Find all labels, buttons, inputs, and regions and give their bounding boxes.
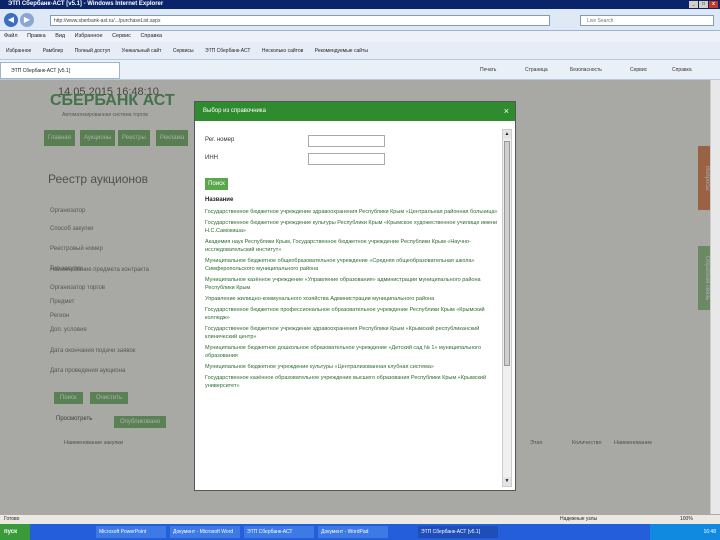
back-button[interactable]: ◀ xyxy=(4,13,18,27)
fav-item[interactable]: ЭТП Сбербанк-АСТ xyxy=(205,48,250,54)
reg-number-label: Рег. номер xyxy=(205,137,235,143)
security-zone: Надежные узлы xyxy=(560,516,598,522)
menu-favorites[interactable]: Избранное xyxy=(75,33,103,39)
task-button[interactable]: Документ - Microsoft Word xyxy=(170,526,240,538)
zoom-level[interactable]: 100% xyxy=(680,515,693,524)
dialog-search-button[interactable]: Поиск xyxy=(205,178,228,190)
dialog-title: Выбор из справочника xyxy=(203,108,266,114)
task-button[interactable]: ЭТП Сбербанк-АСТ xyxy=(244,526,314,538)
results-header: Название xyxy=(205,197,234,203)
maximize-button[interactable]: □ xyxy=(699,1,708,8)
result-link[interactable]: Государственное бюджетное профессиональн… xyxy=(205,306,499,322)
results-list: Государственное бюджетное учреждение здр… xyxy=(205,208,499,488)
directory-dialog: Выбор из справочника × Рег. номер ИНН По… xyxy=(194,101,516,491)
fav-item[interactable]: Рамблер xyxy=(43,48,63,54)
browser-tab[interactable]: ЭТП Сбербанк-АСТ [v5.1] xyxy=(0,62,120,79)
result-link[interactable]: Муниципальное казённое учреждение «Управ… xyxy=(205,276,499,292)
system-tray: 16:48 xyxy=(650,524,720,540)
result-link[interactable]: Академия наук Республики Крым, Государст… xyxy=(205,238,499,254)
fav-item[interactable]: Рекомендуемые сайты xyxy=(315,48,368,54)
print-command[interactable]: Печать xyxy=(480,60,496,80)
menu-file[interactable]: Файл xyxy=(4,33,18,39)
result-link[interactable]: Государственное бюджетное учреждение здр… xyxy=(205,325,499,341)
minimize-button[interactable]: _ xyxy=(689,1,698,8)
task-button-active[interactable]: ЭТП Сбербанк-АСТ [v5.1] xyxy=(418,526,498,538)
tab-bar: ЭТП Сбербанк-АСТ [v5.1] Печать Страница … xyxy=(0,60,720,80)
start-button[interactable]: пуск xyxy=(0,524,30,540)
window-title: ЭТП Сбербанк-АСТ [v5.1] - Windows Intern… xyxy=(8,1,164,7)
result-link[interactable]: Муниципальное бюджетное дошкольное образ… xyxy=(205,344,499,360)
fav-item[interactable]: Уникальный сайт xyxy=(121,48,161,54)
menu-help[interactable]: Справка xyxy=(140,33,162,39)
task-button[interactable]: Microsoft PowerPoint xyxy=(96,526,166,538)
url-input[interactable] xyxy=(50,15,550,26)
favorites-bar: Избранное Рамблер Полный доступ Уникальн… xyxy=(0,42,720,60)
fav-item[interactable]: Сервисы xyxy=(173,48,194,54)
menu-bar: Файл Правка Вид Избранное Сервис Справка xyxy=(0,31,720,42)
page-scrollbar[interactable] xyxy=(710,80,720,514)
forward-button[interactable]: ▶ xyxy=(20,13,34,27)
menu-edit[interactable]: Правка xyxy=(27,33,46,39)
close-icon[interactable]: × xyxy=(504,102,509,121)
window-title-bar: ЭТП Сбербанк-АСТ [v5.1] - Windows Intern… xyxy=(0,0,720,9)
result-link[interactable]: Муниципальное бюджетное учреждение культ… xyxy=(205,363,499,371)
fav-item[interactable]: Несколько сайтов xyxy=(262,48,304,54)
scroll-down-icon[interactable]: ▼ xyxy=(503,477,511,486)
status-bar: Готово Надежные узлы 100% xyxy=(0,514,720,524)
close-window-button[interactable]: x xyxy=(709,1,718,8)
result-link[interactable]: Муниципальное бюджетное общеобразователь… xyxy=(205,257,499,273)
inn-input[interactable] xyxy=(308,153,385,165)
tools-command[interactable]: Сервис xyxy=(630,60,647,80)
dialog-scrollbar[interactable]: ▲ ▼ xyxy=(502,129,512,487)
safety-command[interactable]: Безопасность xyxy=(570,60,602,80)
scroll-up-icon[interactable]: ▲ xyxy=(503,130,511,139)
inn-label: ИНН xyxy=(205,155,218,161)
reg-number-input[interactable] xyxy=(308,135,385,147)
result-link[interactable]: Государственное казённое образовательное… xyxy=(205,374,499,390)
menu-tools[interactable]: Сервис xyxy=(112,33,131,39)
task-button[interactable]: Документ - WordPad xyxy=(318,526,388,538)
page-command[interactable]: Страница xyxy=(525,60,548,80)
result-link[interactable]: Государственное бюджетное учреждение здр… xyxy=(205,208,499,216)
menu-view[interactable]: Вид xyxy=(55,33,65,39)
address-bar: ◀ ▶ xyxy=(0,9,720,31)
scroll-thumb[interactable] xyxy=(504,141,510,366)
result-link[interactable]: Управление жилищно-коммунального хозяйст… xyxy=(205,295,499,303)
dialog-header: Выбор из справочника × xyxy=(195,102,515,121)
help-command[interactable]: Справка xyxy=(672,60,692,80)
status-text: Готово xyxy=(4,516,20,522)
fav-item[interactable]: Полный доступ xyxy=(75,48,110,54)
taskbar: пуск Microsoft PowerPoint Документ - Mic… xyxy=(0,524,720,540)
result-link[interactable]: Государственное бюджетное учреждение кул… xyxy=(205,219,499,235)
live-search-input[interactable] xyxy=(580,15,714,26)
clock: 16:48 xyxy=(703,529,716,535)
fav-item[interactable]: Избранное xyxy=(6,48,31,54)
